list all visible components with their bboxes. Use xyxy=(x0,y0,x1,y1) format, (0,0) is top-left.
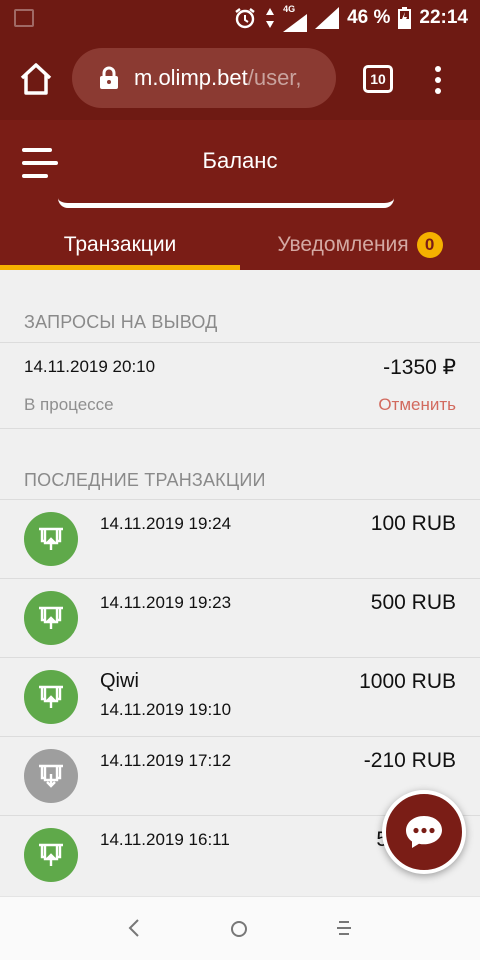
notification-count-badge: 0 xyxy=(416,232,443,258)
battery-charging-icon xyxy=(398,7,412,29)
deposit-icon xyxy=(24,512,78,566)
app-header: Баланс Транзакции Уведомления 0 xyxy=(0,120,480,270)
transaction-method: Qiwi xyxy=(100,670,139,692)
tab-notifications[interactable]: Уведомления 0 xyxy=(240,220,480,270)
divider xyxy=(0,428,480,429)
network-type-label: 4G xyxy=(283,4,296,14)
clock: 22:14 xyxy=(419,7,468,28)
recent-transactions-title: ПОСЛЕДНИЕ ТРАНЗАКЦИИ xyxy=(24,470,266,490)
browser-menu-button[interactable] xyxy=(430,66,446,94)
back-button[interactable] xyxy=(127,918,141,943)
deposit-icon xyxy=(24,828,78,882)
url-host: m.olimp.bet xyxy=(134,65,248,90)
request-amount: -1350 ₽ xyxy=(383,356,456,379)
transaction-amount: 500 RUB xyxy=(370,591,456,614)
browser-toolbar: m.olimp.bet/user, 10 xyxy=(0,36,480,120)
transaction-row[interactable]: Qiwi 14.11.2019 19:10 1000 RUB xyxy=(0,658,480,737)
home-icon xyxy=(20,63,52,95)
deposit-icon xyxy=(24,591,78,645)
signal-4g-icon: 4G xyxy=(283,4,308,32)
system-navigation-bar xyxy=(0,896,480,960)
header-divider xyxy=(58,198,394,208)
cancel-request-button[interactable]: Отменить xyxy=(378,395,456,415)
request-date: 14.11.2019 20:10 xyxy=(24,357,156,376)
transaction-row[interactable]: 14.11.2019 19:24 100 RUB xyxy=(0,500,480,579)
transaction-date: 14.11.2019 19:23 xyxy=(100,593,232,612)
tab-transactions[interactable]: Транзакции xyxy=(0,220,240,270)
browser-home-button[interactable] xyxy=(18,62,54,96)
transaction-date: 14.11.2019 19:10 xyxy=(100,700,232,719)
tab-transactions-label: Транзакции xyxy=(63,233,177,256)
transaction-amount: 1000 RUB xyxy=(359,670,456,693)
back-icon xyxy=(128,919,139,937)
tab-switcher-button[interactable]: 10 xyxy=(363,65,393,93)
lock-icon xyxy=(100,66,118,89)
transaction-date: 14.11.2019 17:12 xyxy=(100,751,232,770)
battery-percent: 46 % xyxy=(347,7,391,28)
tab-notifications-label: Уведомления xyxy=(277,233,409,256)
request-status: В процессе xyxy=(24,395,114,414)
page-title: Баланс xyxy=(202,148,278,173)
signal-strength-icon xyxy=(315,7,340,29)
transaction-date: 14.11.2019 16:11 xyxy=(100,830,230,849)
transaction-row[interactable]: 14.11.2019 19:23 500 RUB xyxy=(0,579,480,658)
withdraw-icon xyxy=(24,749,78,803)
deposit-icon xyxy=(24,670,78,724)
transaction-amount: 100 RUB xyxy=(370,512,456,535)
withdraw-requests-title: ЗАПРОСЫ НА ВЫВОД xyxy=(24,312,218,332)
chat-bubble-icon xyxy=(406,816,442,848)
recent-apps-button[interactable] xyxy=(337,919,351,937)
url-path: /user, xyxy=(247,65,302,90)
home-button[interactable] xyxy=(231,921,247,937)
transaction-date: 14.11.2019 19:24 xyxy=(100,514,232,533)
address-bar[interactable]: m.olimp.bet/user, xyxy=(72,48,336,108)
chat-button[interactable] xyxy=(382,790,466,874)
active-tab-indicator xyxy=(0,265,240,270)
alarm-icon xyxy=(233,6,257,30)
gallery-notification-icon xyxy=(14,9,34,27)
status-bar: 4G 46 % 22:14 xyxy=(0,0,480,36)
transaction-amount: -210 RUB xyxy=(363,749,456,772)
divider xyxy=(0,342,480,343)
data-transfer-icon xyxy=(265,7,275,29)
